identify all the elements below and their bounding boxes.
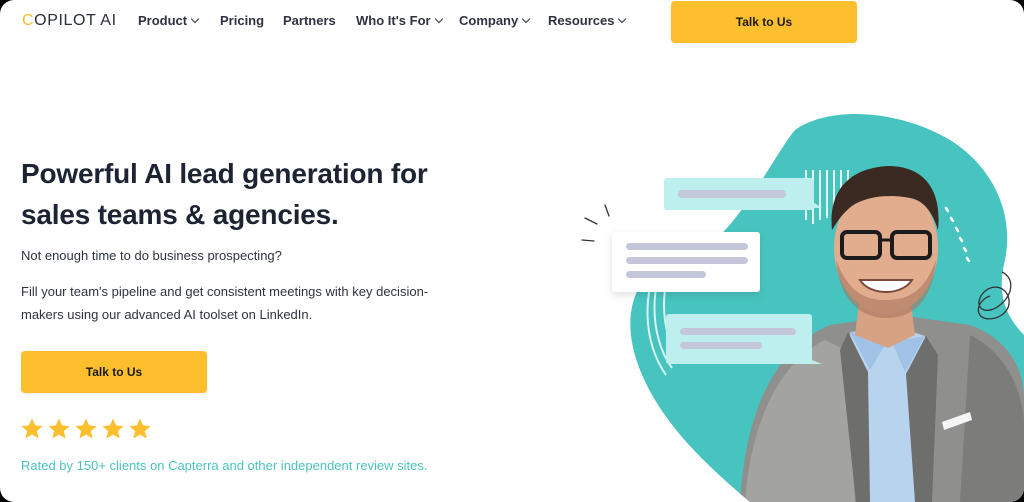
nav-item-label: Who It's For xyxy=(356,13,431,28)
nav-item-partners[interactable]: Partners xyxy=(283,13,336,28)
headline-line-1: Powerful AI lead generation for xyxy=(21,158,428,189)
nav-item-label: Partners xyxy=(283,13,336,28)
star-icon xyxy=(48,418,70,439)
chevron-down-icon xyxy=(434,14,443,24)
nav-item-product[interactable]: Product xyxy=(138,13,200,28)
chat-bubble-bottom xyxy=(666,314,822,364)
logo-accent-letter: C xyxy=(22,12,35,29)
nav-item-resources[interactable]: Resources xyxy=(548,13,627,28)
rating-text: Rated by 150+ clients on Capterra and ot… xyxy=(21,458,428,473)
nav-talk-to-us-button[interactable]: Talk to Us xyxy=(671,1,857,43)
star-icon xyxy=(75,418,97,439)
chevron-down-icon xyxy=(190,14,200,24)
nav-item-pricing[interactable]: Pricing xyxy=(220,13,264,28)
hero-illustration xyxy=(581,113,1024,502)
sparkle-lines-icon xyxy=(581,204,610,242)
rating-stars xyxy=(20,417,152,441)
nav-item-company[interactable]: Company xyxy=(459,13,531,28)
nav-item-label: Pricing xyxy=(220,13,265,28)
chevron-down-icon xyxy=(618,14,627,24)
nav-item-label: Resources xyxy=(548,13,615,28)
chat-bubble-top xyxy=(664,178,822,210)
nav-item-label: Product xyxy=(138,13,188,28)
hero-subheading: Not enough time to do business prospecti… xyxy=(21,248,282,263)
headline-line-2: sales teams & agencies. xyxy=(21,199,339,230)
top-nav: COPILOT AI Product Pricing Partners Who … xyxy=(0,0,1024,44)
chevron-down-icon xyxy=(521,14,531,24)
star-icon xyxy=(102,418,124,439)
star-icon xyxy=(21,418,43,439)
nav-item-who-its-for[interactable]: Who It's For xyxy=(356,13,443,28)
hero-description: Fill your team's pipeline and get consis… xyxy=(21,284,429,322)
nav-item-label: Company xyxy=(459,13,519,28)
copilot-ai-logo[interactable]: COPILOT AI xyxy=(22,12,117,30)
star-icon xyxy=(129,418,151,439)
page: COPILOT AI Product Pricing Partners Who … xyxy=(0,0,1024,502)
logo-text: OPILOT AI xyxy=(34,12,117,29)
hero-headline: Powerful AI lead generation for sales tea… xyxy=(21,153,481,235)
hero-talk-to-us-button[interactable]: Talk to Us xyxy=(21,351,207,393)
chat-bubble-middle xyxy=(612,232,760,292)
